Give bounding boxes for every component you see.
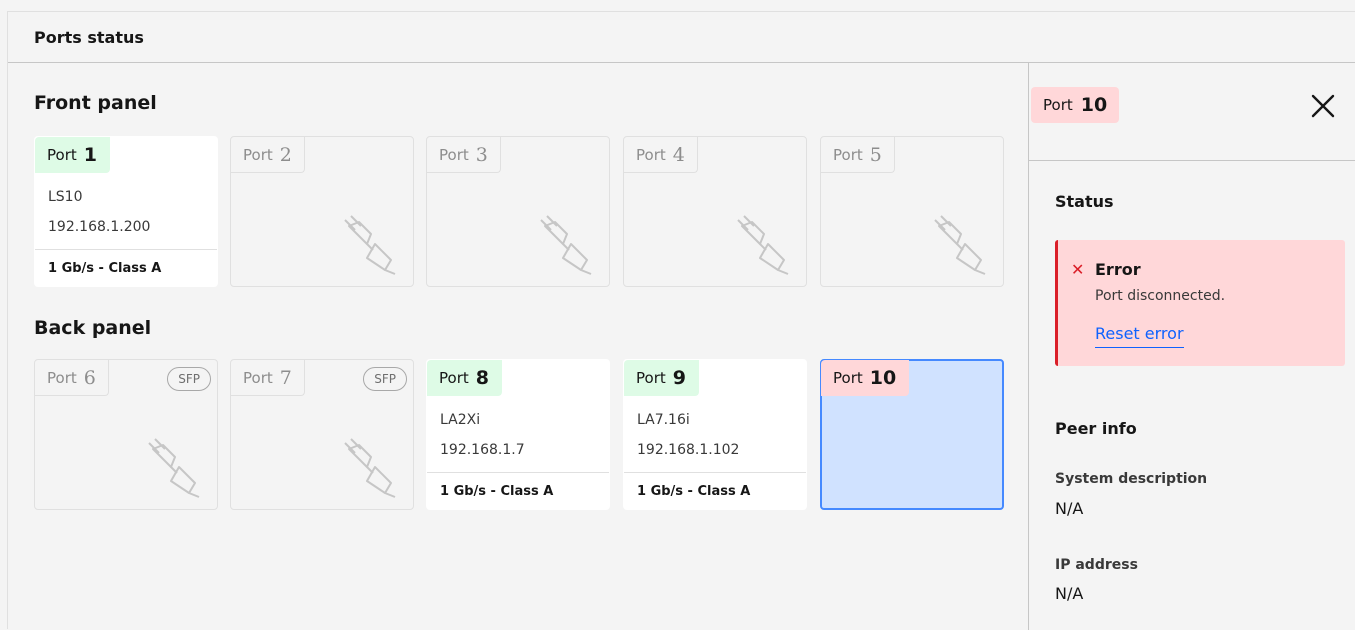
port-label: Port [243,145,273,164]
port-detail-panel: Port 10 Status ✕ Error Port disconnected… [1028,63,1355,630]
unplugged-icon [934,215,986,275]
status-title: Status [1055,192,1114,211]
back-panel-title: Back panel [34,317,152,339]
port-number: 3 [475,143,488,166]
link-speed: 1 Gb/s - Class A [440,484,554,499]
port-label: Port [243,368,273,387]
page-title: Ports status [8,12,1355,63]
port-tag: Port 3 [427,137,501,173]
port-label: Port [833,145,863,164]
port-label: Port [833,368,863,387]
peer-info-title: Peer info [1055,419,1137,438]
device-name: LA2Xi [440,412,481,428]
device-name: LA7.16i [637,412,690,428]
close-icon[interactable] [1310,93,1336,119]
port-number: 9 [672,366,686,389]
sfp-badge: SFP [167,367,211,391]
port-number: 7 [279,366,292,389]
port-card-8[interactable]: Port 8 LA2Xi 192.168.1.7 1 Gb/s - Class … [426,359,610,510]
port-number: 6 [83,366,96,389]
port-tag: Port 7 [231,360,305,396]
port-number: 10 [869,366,897,389]
error-notification: ✕ Error Port disconnected. Reset error [1055,240,1345,366]
port-tag: Port 5 [821,137,895,173]
port-number: 5 [869,143,882,166]
system-description-label: System description [1055,471,1208,487]
port-tag: Port 10 [821,360,910,396]
port-card-10[interactable]: Port 10 [820,359,1004,510]
port-card-4[interactable]: Port 4 [623,136,807,287]
detail-port-tag: Port 10 [1031,87,1120,123]
divider [427,472,609,473]
port-number: 4 [672,143,685,166]
port-card-5[interactable]: Port 5 [820,136,1004,287]
reset-error-link[interactable]: Reset error [1095,324,1184,348]
port-tag: Port 2 [231,137,305,173]
port-tag: Port 9 [624,360,699,396]
port-card-6[interactable]: Port 6 SFP [34,359,218,510]
port-label: Port [636,145,666,164]
port-label: Port [439,368,469,387]
port-tag: Port 6 [35,360,109,396]
error-message: Port disconnected. [1095,288,1226,304]
port-tag: Port 8 [427,360,502,396]
port-tag: Port 1 [35,137,110,173]
port-card-2[interactable]: Port 2 [230,136,414,287]
device-name: LS10 [48,189,83,205]
ip-address-value: N/A [1055,584,1084,603]
port-label: Port [47,145,77,164]
port-card-1[interactable]: Port 1 LS10 192.168.1.200 1 Gb/s - Class… [34,136,218,287]
port-card-7[interactable]: Port 7 SFP [230,359,414,510]
detail-header: Port 10 [1029,63,1355,161]
port-label: Port [47,368,77,387]
unplugged-icon [540,215,592,275]
port-tag: Port 4 [624,137,698,173]
port-label: Port [439,145,469,164]
unplugged-icon [344,215,396,275]
unplugged-icon [148,438,200,498]
front-panel-title: Front panel [34,92,157,114]
error-icon: ✕ [1071,260,1085,279]
divider [35,249,217,250]
unplugged-icon [344,438,396,498]
device-ip: 192.168.1.200 [48,219,151,235]
port-number: 8 [475,366,489,389]
port-card-3[interactable]: Port 3 [426,136,610,287]
link-speed: 1 Gb/s - Class A [637,484,751,499]
error-title: Error [1095,260,1141,279]
divider [624,472,806,473]
port-label: Port [636,368,666,387]
port-card-9[interactable]: Port 9 LA7.16i 192.168.1.102 1 Gb/s - Cl… [623,359,807,510]
detail-port-label: Port [1043,96,1073,114]
detail-port-number: 10 [1080,94,1108,116]
ports-status-window: Ports status Front panel Port 1 LS10 192… [7,11,1355,630]
ip-address-label: IP address [1055,557,1138,573]
sfp-badge: SFP [363,367,407,391]
port-number: 1 [83,143,97,166]
device-ip: 192.168.1.7 [440,442,525,458]
device-ip: 192.168.1.102 [637,442,740,458]
port-number: 2 [279,143,292,166]
system-description-value: N/A [1055,499,1084,518]
unplugged-icon [737,215,789,275]
link-speed: 1 Gb/s - Class A [48,261,162,276]
